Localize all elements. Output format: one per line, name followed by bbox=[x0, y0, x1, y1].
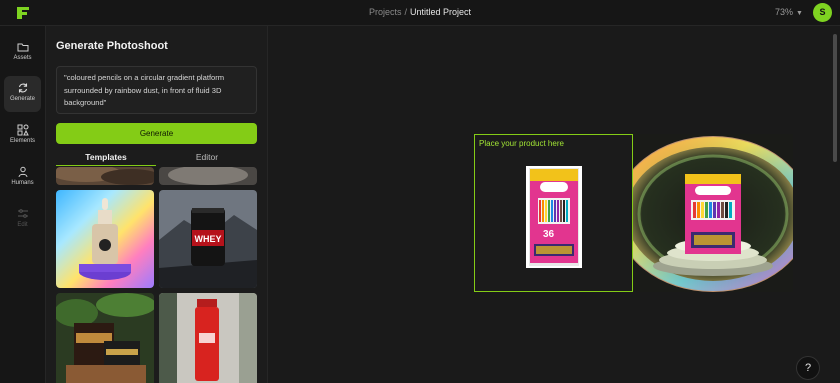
shapes-icon bbox=[17, 124, 29, 136]
rail-item-assets[interactable]: Assets bbox=[4, 35, 41, 71]
rail-item-elements[interactable]: Elements bbox=[4, 118, 41, 154]
rail-label: Elements bbox=[9, 138, 35, 144]
active-tab-indicator bbox=[56, 165, 156, 166]
generate-button[interactable]: Generate bbox=[56, 123, 257, 144]
template-tile[interactable] bbox=[159, 293, 257, 383]
user-avatar[interactable]: S bbox=[813, 3, 832, 22]
panel-title: Generate Photoshoot bbox=[56, 40, 168, 52]
rail-label: Humans bbox=[11, 180, 34, 186]
zoom-level: 73% bbox=[775, 7, 794, 17]
breadcrumb-projects-link[interactable]: Projects bbox=[369, 7, 402, 17]
canvas-scrollbar[interactable] bbox=[833, 34, 837, 162]
generated-result-image[interactable] bbox=[633, 134, 793, 292]
pencil-count: 36 bbox=[543, 229, 555, 240]
rail-label: Assets bbox=[13, 55, 32, 61]
tab-editor[interactable]: Editor bbox=[157, 152, 257, 162]
product-image: 36 bbox=[526, 166, 582, 268]
rail-item-edit: Edit bbox=[4, 202, 41, 238]
sliders-icon bbox=[17, 209, 28, 218]
rail-label: Generate bbox=[9, 96, 36, 102]
rail-item-humans[interactable]: Humans bbox=[4, 160, 41, 196]
panel-tabs: Templates Editor bbox=[56, 148, 257, 166]
whey-label: WHEY bbox=[195, 234, 222, 244]
refresh-icon bbox=[18, 83, 27, 93]
rail-label: Edit bbox=[17, 222, 28, 228]
template-tile[interactable] bbox=[56, 167, 154, 185]
template-tile[interactable] bbox=[159, 167, 257, 185]
chevron-down-icon: ▼ bbox=[796, 10, 803, 17]
project-name[interactable]: Untitled Project bbox=[410, 7, 471, 17]
template-tile[interactable] bbox=[56, 190, 154, 288]
prompt-textarea[interactable]: "coloured pencils on a circular gradient… bbox=[56, 66, 257, 114]
placeholder-label: Place your product here bbox=[479, 139, 564, 148]
product-placeholder[interactable]: Place your product here 36 bbox=[474, 134, 633, 292]
generate-panel: Generate Photoshoot "coloured pencils on… bbox=[46, 26, 268, 383]
folder-icon bbox=[17, 43, 28, 52]
template-grid: WHEY bbox=[56, 167, 257, 383]
tab-templates[interactable]: Templates bbox=[56, 152, 156, 162]
top-bar: Projects / Untitled Project 73% ▼ S bbox=[0, 0, 840, 26]
tool-rail: Assets Generate Elements Humans Edit bbox=[0, 26, 46, 383]
template-tile[interactable] bbox=[56, 293, 154, 383]
rail-item-generate[interactable]: Generate bbox=[4, 76, 41, 112]
template-tile[interactable]: WHEY bbox=[159, 190, 257, 288]
breadcrumb-separator: / bbox=[404, 7, 407, 17]
breadcrumb: Projects / Untitled Project bbox=[0, 7, 840, 17]
person-icon bbox=[18, 166, 27, 178]
zoom-dropdown[interactable]: 73% ▼ bbox=[775, 7, 803, 17]
help-button[interactable]: ? bbox=[796, 356, 820, 380]
